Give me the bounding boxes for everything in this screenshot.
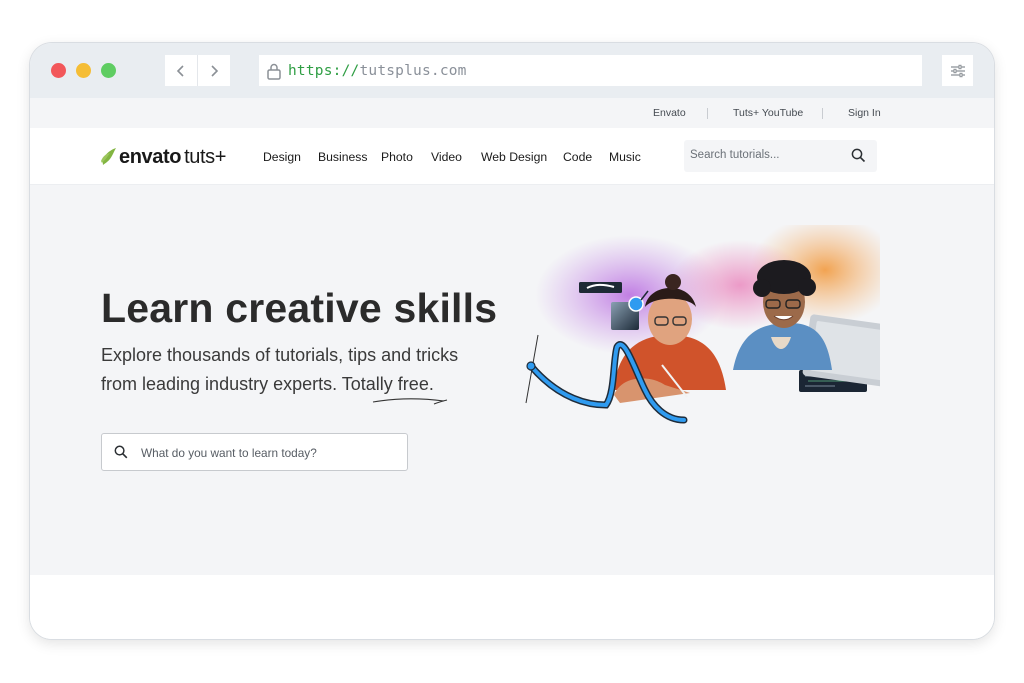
nav-item-web-design[interactable]: Web Design	[481, 150, 547, 164]
nav-item-video[interactable]: Video	[431, 150, 462, 164]
url-host: tutsplus.com	[359, 62, 467, 79]
nav-item-photo[interactable]: Photo	[381, 150, 413, 164]
page-below-hero	[30, 575, 994, 639]
url-text: https://tutsplus.com	[288, 63, 467, 79]
nav-item-music[interactable]: Music	[609, 150, 641, 164]
url-scheme: https://	[288, 62, 360, 79]
search-icon[interactable]	[851, 148, 866, 163]
forward-button[interactable]	[198, 55, 230, 86]
hero-search-box[interactable]: What do you want to learn today?	[101, 433, 408, 471]
site-header: envato tuts+ Design Business Photo Video…	[30, 128, 994, 185]
browser-chrome: https://tutsplus.com	[30, 43, 994, 98]
address-bar[interactable]: https://tutsplus.com	[259, 55, 922, 86]
hero-subtitle-line-2: from leading industry experts. Totally f…	[101, 374, 434, 394]
close-window-button[interactable]	[51, 63, 66, 78]
header-search[interactable]: Search tutorials...	[684, 140, 877, 172]
logo-product-text: tuts+	[184, 145, 226, 168]
browser-settings-button[interactable]	[942, 55, 973, 86]
web-page: Envato Tuts+ YouTube Sign In envato tuts…	[30, 98, 994, 639]
underline-swoosh-decoration	[372, 398, 448, 405]
topbar-link-youtube[interactable]: Tuts+ YouTube	[733, 107, 803, 119]
header-search-input[interactable]: Search tutorials...	[690, 149, 779, 161]
logo-brand-text: envato	[119, 145, 182, 168]
hero-illustration	[525, 225, 880, 424]
search-icon	[114, 445, 128, 459]
envato-leaf-icon	[101, 148, 116, 165]
nav-item-business[interactable]: Business	[318, 150, 367, 164]
browser-window: https://tutsplus.com Envato Tuts+ YouTub…	[30, 43, 994, 639]
chevron-right-icon	[211, 64, 219, 77]
topbar-link-sign-in[interactable]: Sign In	[848, 107, 881, 119]
back-button[interactable]	[165, 55, 198, 86]
topbar-link-envato[interactable]: Envato	[653, 107, 686, 119]
hero-title: Learn creative skills	[101, 285, 498, 331]
envato-tuts-logo[interactable]: envato tuts+	[100, 145, 226, 169]
minimize-window-button[interactable]	[76, 63, 91, 78]
hero-search-input[interactable]: What do you want to learn today?	[141, 446, 317, 460]
chevron-left-icon	[176, 64, 184, 77]
nav-item-code[interactable]: Code	[563, 150, 592, 164]
utility-bar: Envato Tuts+ YouTube Sign In	[30, 98, 994, 128]
topbar-divider	[822, 108, 823, 119]
nav-item-design[interactable]: Design	[263, 150, 301, 164]
maximize-window-button[interactable]	[101, 63, 116, 78]
topbar-divider	[707, 108, 708, 119]
hero-section: Learn creative skills Explore thousands …	[30, 185, 994, 575]
sliders-icon	[950, 64, 965, 77]
lock-icon	[266, 62, 282, 80]
hero-subtitle-line-1: Explore thousands of tutorials, tips and…	[101, 345, 459, 365]
